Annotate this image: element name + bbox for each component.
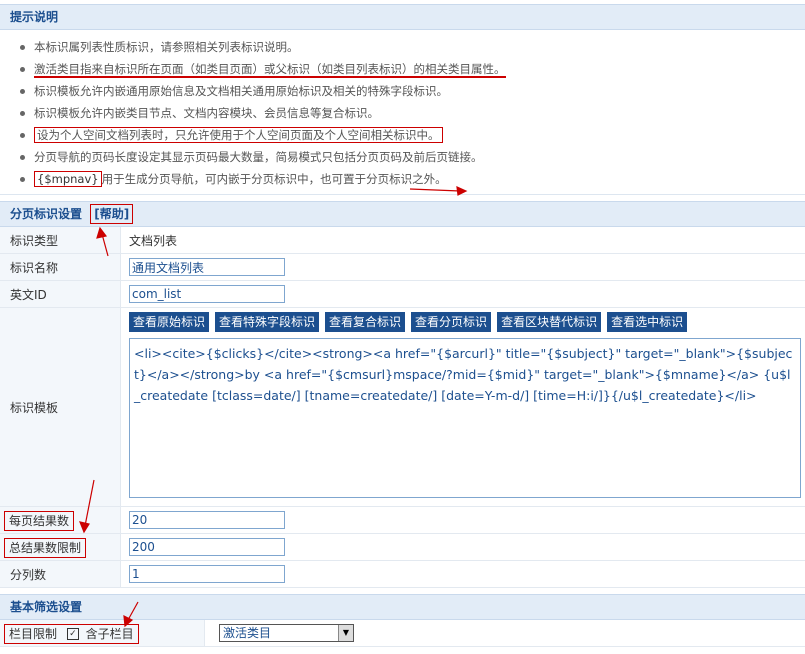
view-block-replace-tags-button[interactable]: 查看区块替代标识 <box>497 312 601 332</box>
view-raw-tags-button[interactable]: 查看原始标识 <box>129 312 209 332</box>
tip-item: 设为个人空间文档列表时，只允许使用于个人空间页面及个人空间相关标识中。 <box>20 124 805 146</box>
filter-header: 基本筛选设置 <box>0 594 805 620</box>
help-link[interactable]: [帮助] <box>90 204 133 224</box>
template-textarea[interactable]: <li><cite>{$clicks}</cite><strong><a hre… <box>129 338 801 498</box>
view-compound-tags-button[interactable]: 查看复合标识 <box>325 312 405 332</box>
tips-list: 本标识属列表性质标识，请参照相关列表标识说明。 激活类目指来自标识所在页面（如类… <box>0 30 805 195</box>
include-subcategories-label: 含子栏目 <box>86 627 134 641</box>
category-limit-label: 栏目限制 <box>9 627 57 641</box>
category-select[interactable]: 激活类目 ▼ <box>219 624 354 642</box>
mpnav-tag: {$mpnav} <box>34 171 102 187</box>
type-value: 文档列表 <box>121 227 805 254</box>
tip-item: 标识模板允许内嵌类目节点、文档内容模块、会员信息等复合标识。 <box>20 102 805 124</box>
ename-input[interactable] <box>129 285 285 303</box>
category-limit-box: 栏目限制 ✓ 含子栏目 <box>4 624 139 644</box>
type-label: 标识类型 <box>0 227 121 254</box>
paging-header: 分页标识设置 [帮助] <box>0 201 805 227</box>
view-special-field-tags-button[interactable]: 查看特殊字段标识 <box>215 312 319 332</box>
columns-input[interactable] <box>129 565 285 583</box>
tip-item: 本标识属列表性质标识，请参照相关列表标识说明。 <box>20 36 805 58</box>
total-limit-input[interactable] <box>129 538 285 556</box>
paging-form: 标识类型 文档列表 标识名称 英文ID 标识模板 查看原始标识查看特殊字段标识查… <box>0 227 805 588</box>
name-input[interactable] <box>129 258 285 276</box>
tip-item: 激活类目指来自标识所在页面（如类目页面）或父标识（如类目列表标识）的相关类目属性… <box>20 58 805 80</box>
tip-item: 标识模板允许内嵌通用原始信息及文档相关通用原始标识及相关的特殊字段标识。 <box>20 80 805 102</box>
view-paging-tags-button[interactable]: 查看分页标识 <box>411 312 491 332</box>
chevron-down-icon: ▼ <box>338 625 353 641</box>
tip-item: {$mpnav}用于生成分页导航，可内嵌于分页标识中，也可置于分页标识之外。 <box>20 168 805 190</box>
view-selected-tags-button[interactable]: 查看选中标识 <box>607 312 687 332</box>
name-label: 标识名称 <box>0 254 121 281</box>
tip-item: 分页导航的页码长度设定其显示页码最大数量，简易模式只包括分页页码及前后页链接。 <box>20 146 805 168</box>
total-limit-label: 总结果数限制 <box>4 538 86 558</box>
per-page-label: 每页结果数 <box>4 511 74 531</box>
include-subcategories-checkbox[interactable]: ✓ <box>67 628 79 640</box>
columns-label: 分列数 <box>0 561 121 588</box>
filter-form: 栏目限制 ✓ 含子栏目 激活类目 ▼ <box>0 620 805 647</box>
tips-header: 提示说明 <box>0 4 805 30</box>
template-buttons: 查看原始标识查看特殊字段标识查看复合标识查看分页标识查看区块替代标识查看选中标识 <box>129 312 805 332</box>
ename-label: 英文ID <box>0 281 121 308</box>
template-label: 标识模板 <box>0 308 121 507</box>
per-page-input[interactable] <box>129 511 285 529</box>
